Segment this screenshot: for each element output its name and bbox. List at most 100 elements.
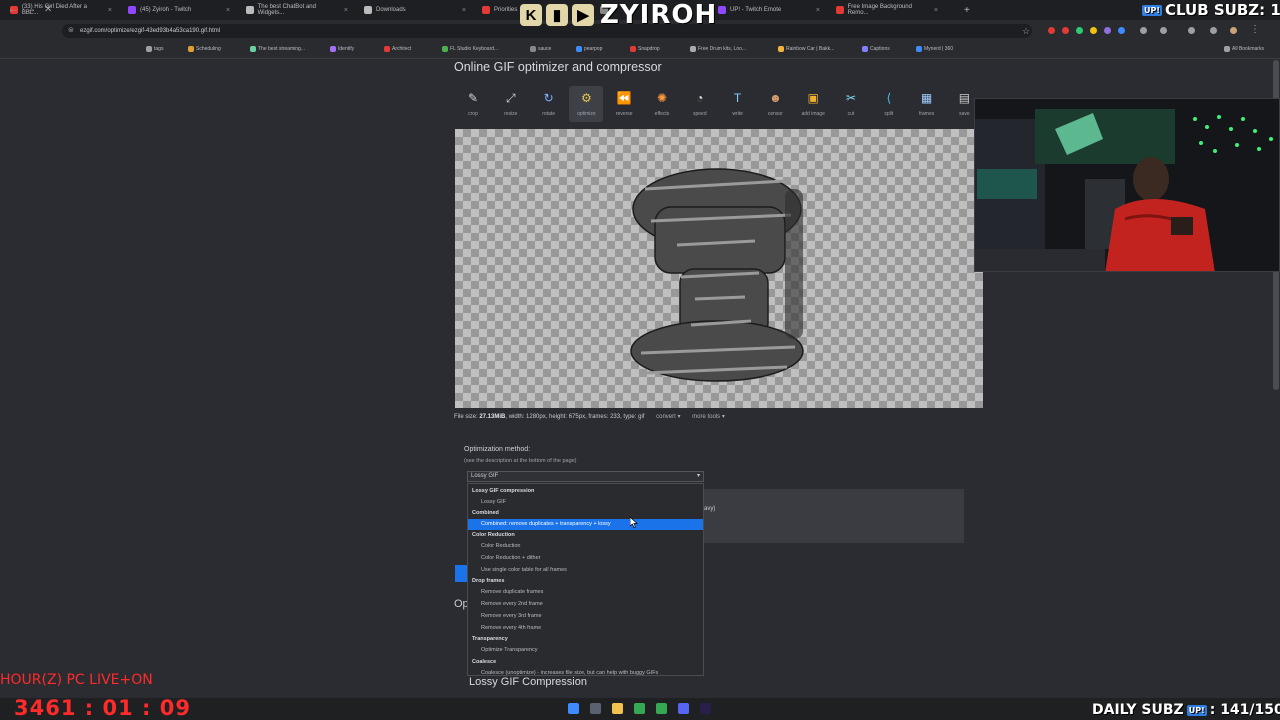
star-icon[interactable]: ☆ xyxy=(1022,26,1030,37)
close-tab-icon[interactable]: × xyxy=(462,7,466,14)
browser-tab[interactable]: Downloads × xyxy=(358,2,472,18)
bookmark-item[interactable]: FL Studio Keyboard... xyxy=(442,46,498,52)
tool-rotate[interactable]: ↻ rotate xyxy=(532,86,566,122)
search-icon[interactable] xyxy=(590,703,601,714)
close-tab-icon[interactable]: × xyxy=(226,7,230,14)
bookmark-label: Mynerd | 360 xyxy=(924,46,954,52)
new-tab-icon[interactable]: + xyxy=(958,2,976,18)
extension-icon[interactable] xyxy=(1118,27,1125,34)
premiere-icon[interactable] xyxy=(700,703,711,714)
bookmark-item[interactable]: Captions xyxy=(862,46,890,52)
extension-icon[interactable] xyxy=(1076,27,1083,34)
site-info-icon[interactable]: ⊜ xyxy=(68,26,74,34)
bookmark-label: tags xyxy=(154,46,164,52)
dropdown-option[interactable]: Remove every 3rd frame xyxy=(468,611,703,622)
bookmark-icon xyxy=(250,46,256,52)
bookmark-icon xyxy=(442,46,448,52)
dropdown-option[interactable]: Remove duplicate frames xyxy=(468,587,703,598)
bookmark-label: Free Drum kits, Loo... xyxy=(698,46,747,52)
close-tab-icon[interactable]: × xyxy=(816,7,820,14)
extension-icon[interactable] xyxy=(1160,27,1167,34)
file-explorer-icon[interactable] xyxy=(612,703,623,714)
bookmark-item[interactable]: Scheduling xyxy=(188,46,221,52)
back-icon[interactable]: ← xyxy=(8,4,18,15)
dropdown-option[interactable]: Color Reduction + dither xyxy=(468,553,703,564)
extension-icon[interactable] xyxy=(1140,27,1147,34)
tool-optimize[interactable]: ⚙ optimize xyxy=(569,86,604,122)
menu-icon[interactable]: ⋮ xyxy=(1250,24,1260,35)
tab-favicon-icon xyxy=(836,6,844,14)
dropdown-option[interactable]: Remove every 4th frame xyxy=(468,623,703,634)
close-tab-icon[interactable]: × xyxy=(344,7,348,14)
convert-menu[interactable]: convert ▾ xyxy=(656,414,680,420)
profile-avatar[interactable] xyxy=(1230,27,1237,34)
split-icon: ⟨ xyxy=(886,91,892,105)
browser-tab[interactable]: (33) His Girl Died After a BBL... × xyxy=(4,2,118,18)
kick-icon: K xyxy=(520,4,542,26)
bookmark-item[interactable]: Architect xyxy=(384,46,411,52)
sidebar-icon[interactable] xyxy=(1188,27,1195,34)
up-badge: UP! xyxy=(1186,704,1207,716)
bookmark-item[interactable]: Rainbow Car | Bakk... xyxy=(778,46,834,52)
chrome-icon[interactable] xyxy=(656,703,667,714)
optimization-method-select[interactable]: Lossy GIF ▾ xyxy=(467,471,704,482)
dropdown-option[interactable]: Combined: remove duplicates + transparen… xyxy=(468,519,703,530)
download-icon[interactable] xyxy=(1210,27,1217,34)
bookmark-item[interactable]: tags xyxy=(146,46,163,52)
browser-tab[interactable]: The best ChatBot and Widgets... × xyxy=(240,2,354,18)
all-bookmarks[interactable]: All Bookmarks xyxy=(1224,46,1264,52)
close-tab-icon[interactable]: × xyxy=(108,7,112,14)
tool-reverse[interactable]: ⏪ reverse xyxy=(607,86,641,122)
bookmark-item[interactable]: sauce xyxy=(530,46,551,52)
extension-icon[interactable] xyxy=(1104,27,1111,34)
tool-cut[interactable]: ✂ cut xyxy=(834,86,868,122)
bookmark-item[interactable]: The best streaming... xyxy=(250,46,305,52)
tool-resize[interactable]: ⤢ resize xyxy=(494,86,528,122)
more-tools-menu[interactable]: more tools ▾ xyxy=(692,414,725,420)
dropdown-option[interactable]: Remove every 2nd frame xyxy=(468,599,703,610)
up-badge: UP! xyxy=(1142,4,1163,16)
bookmark-label: Architect xyxy=(392,46,412,52)
bookmark-item[interactable]: pearpop xyxy=(576,46,602,52)
dropdown-option[interactable]: Lossy GIF xyxy=(468,497,703,508)
tool-split[interactable]: ⟨ split xyxy=(872,86,906,122)
extension-icon[interactable] xyxy=(1090,27,1097,34)
tool-speed[interactable]: ◔ speed xyxy=(683,86,717,122)
tool-crop[interactable]: ✎ crop xyxy=(456,86,490,122)
bookmark-item[interactable]: Snapdrop xyxy=(630,46,660,52)
dropdown-option[interactable]: Color Reduction xyxy=(468,541,703,552)
dropdown-option[interactable]: Optimize Transparency xyxy=(468,645,703,656)
optimization-dropdown-list[interactable]: Lossy GIF compression Lossy GIF Combined Co… xyxy=(467,483,704,676)
bookmark-label: pearpop xyxy=(584,46,603,52)
browser-tab[interactable]: (45) Zyiroh - Twitch × xyxy=(122,2,236,18)
tool-label: censor xyxy=(767,111,783,117)
bookmark-item[interactable]: Free Drum kits, Loo... xyxy=(690,46,746,52)
daily-subz-counter: DAILY SUBZ UP! : 141/150 xyxy=(1092,702,1280,718)
dropdown-group-label: Transparency xyxy=(472,636,508,642)
bookmark-item[interactable]: Identify xyxy=(330,46,354,52)
channel-banner: K ▮ ▶ ZYIROH xyxy=(520,0,740,30)
extension-icon[interactable] xyxy=(1062,27,1069,34)
dropdown-option[interactable]: Use single color table for all frames xyxy=(468,565,703,576)
tool-censor[interactable]: ☻ censor xyxy=(758,86,792,122)
bookmark-icon xyxy=(576,46,582,52)
hours-live-label: HOUR(Z) PC LIVE+ON xyxy=(0,672,153,688)
tab-favicon-icon xyxy=(482,6,490,14)
start-icon[interactable] xyxy=(568,703,579,714)
tool-frames[interactable]: ▦ frames xyxy=(910,86,944,122)
reload-icon[interactable]: ✕ xyxy=(44,4,52,15)
tool-write[interactable]: Twrite xyxy=(721,86,755,122)
discord-icon[interactable] xyxy=(678,703,689,714)
bookmark-item[interactable]: Mynerd | 360 xyxy=(916,46,953,52)
url-text: ezgif.com/optimize/ezgif-43ed93b4a53ca19… xyxy=(80,28,221,34)
tool-add-image[interactable]: ▣ add image xyxy=(796,86,830,122)
close-tab-icon[interactable]: × xyxy=(934,7,938,14)
extension-icon[interactable] xyxy=(1048,27,1055,34)
tool-label: effects xyxy=(654,111,670,117)
forward-icon[interactable]: → xyxy=(26,4,36,15)
chrome-icon[interactable] xyxy=(634,703,645,714)
tool-effects[interactable]: ✺ effects xyxy=(645,86,679,122)
bookmark-icon xyxy=(188,46,194,52)
browser-tab[interactable]: Free Image Background Remo... × xyxy=(830,2,944,18)
effects-icon: ✺ xyxy=(656,91,668,105)
